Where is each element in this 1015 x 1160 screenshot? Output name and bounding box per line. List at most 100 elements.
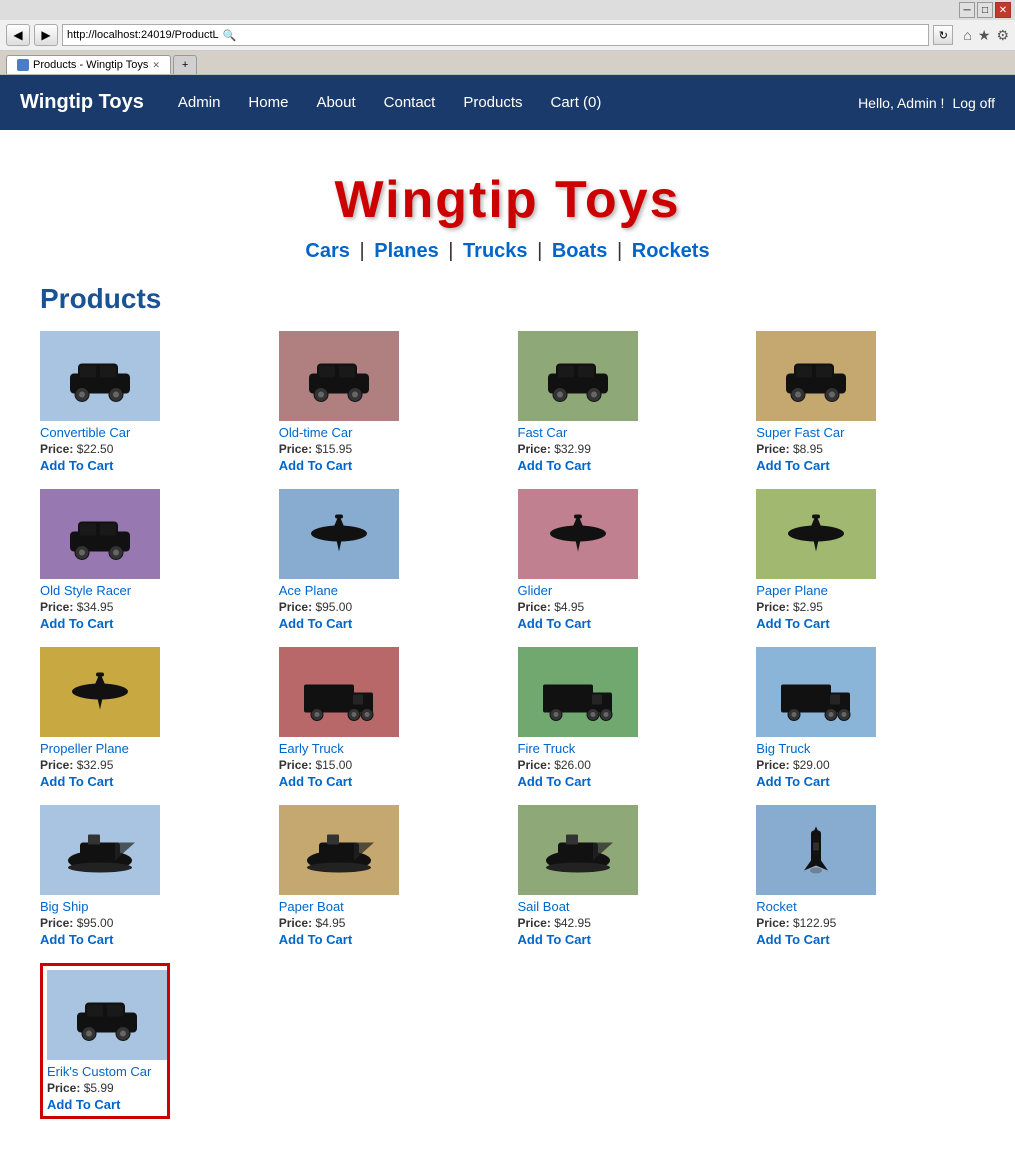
product-image (518, 489, 638, 579)
product-name[interactable]: Big Truck (756, 741, 886, 756)
category-planes[interactable]: Planes (374, 240, 438, 262)
product-price: Price: $29.00 (756, 758, 886, 772)
products-grid: Convertible CarPrice: $22.50Add To Cart … (40, 331, 975, 1119)
forward-button[interactable]: ▶ (34, 24, 58, 46)
add-to-cart-button[interactable]: Add To Cart (40, 932, 170, 947)
product-card: RocketPrice: $122.95Add To Cart (756, 805, 886, 947)
close-button[interactable]: ✕ (995, 2, 1011, 18)
add-to-cart-button[interactable]: Add To Cart (518, 774, 648, 789)
back-button[interactable]: ◀ (6, 24, 30, 46)
sep-4: | (617, 240, 622, 262)
nav-about[interactable]: About (302, 75, 369, 130)
product-name[interactable]: Big Ship (40, 899, 170, 914)
add-to-cart-button[interactable]: Add To Cart (518, 616, 648, 631)
sep-1: | (359, 240, 364, 262)
product-image (47, 970, 167, 1060)
product-image (40, 647, 160, 737)
add-to-cart-button[interactable]: Add To Cart (518, 932, 648, 947)
tab-close-button[interactable]: ✕ (152, 60, 160, 71)
product-name[interactable]: Convertible Car (40, 425, 170, 440)
nav-admin[interactable]: Admin (164, 75, 235, 130)
product-image (756, 647, 876, 737)
product-card: Big Ship Price: $95.00 Add To Cart (40, 805, 170, 947)
settings-icon[interactable]: ⚙ (996, 27, 1009, 44)
product-name[interactable]: Glider (518, 583, 648, 598)
add-to-cart-button[interactable]: Add To Cart (279, 458, 409, 473)
navbar-links: Admin Home About Contact Products Cart (… (164, 75, 858, 130)
product-name[interactable]: Paper Boat (279, 899, 409, 914)
product-price: Price: $5.99 (47, 1081, 163, 1095)
product-image (279, 489, 399, 579)
navbar: Wingtip Toys Admin Home About Contact Pr… (0, 75, 1015, 130)
product-card: Sail Boat Price: $42.95 Add To Cart (518, 805, 648, 947)
category-boats[interactable]: Boats (552, 240, 608, 262)
product-name[interactable]: Sail Boat (518, 899, 648, 914)
product-card: Ace PlanePrice: $95.00Add To Cart (279, 489, 409, 631)
new-tab-button[interactable]: + (173, 55, 197, 74)
product-card: Erik's Custom Car Price: $5.99 Add To Cart (40, 963, 170, 1119)
main-content: Wingtip Toys Cars | Planes | Trucks | Bo… (0, 130, 1015, 1139)
nav-cart[interactable]: Cart (0) (537, 75, 616, 130)
product-price: Price: $42.95 (518, 916, 648, 930)
product-name[interactable]: Fire Truck (518, 741, 648, 756)
product-card: GliderPrice: $4.95Add To Cart (518, 489, 648, 631)
product-name[interactable]: Early Truck (279, 741, 409, 756)
nav-home[interactable]: Home (234, 75, 302, 130)
category-rockets[interactable]: Rockets (632, 240, 710, 262)
product-price: Price: $34.95 (40, 600, 170, 614)
product-image (279, 805, 399, 895)
logoff-link[interactable]: Log off (952, 95, 995, 111)
navbar-right: Hello, Admin ! Log off (858, 95, 995, 111)
product-name[interactable]: Rocket (756, 899, 886, 914)
add-to-cart-button[interactable]: Add To Cart (518, 458, 648, 473)
product-price: Price: $32.95 (40, 758, 170, 772)
product-price: Price: $4.95 (279, 916, 409, 930)
product-name[interactable]: Fast Car (518, 425, 648, 440)
minimize-button[interactable]: ─ (959, 2, 975, 18)
add-to-cart-button[interactable]: Add To Cart (279, 932, 409, 947)
category-trucks[interactable]: Trucks (463, 240, 527, 262)
add-to-cart-button[interactable]: Add To Cart (40, 458, 170, 473)
browser-addressbar: ◀ ▶ http://localhost:24019/ProductL 🔍 ↻ … (0, 20, 1015, 51)
address-box[interactable]: http://localhost:24019/ProductL 🔍 (62, 24, 929, 46)
add-to-cart-button[interactable]: Add To Cart (756, 458, 886, 473)
add-to-cart-button[interactable]: Add To Cart (40, 616, 170, 631)
product-image (518, 805, 638, 895)
product-card: Early TruckPrice: $15.00Add To Cart (279, 647, 409, 789)
nav-products[interactable]: Products (449, 75, 536, 130)
add-to-cart-button[interactable]: Add To Cart (756, 932, 886, 947)
product-name[interactable]: Super Fast Car (756, 425, 886, 440)
product-name[interactable]: Old-time Car (279, 425, 409, 440)
product-card: Old Style Racer Price: $34.95 Add To Cart (40, 489, 170, 631)
active-tab[interactable]: Products - Wingtip Toys ✕ (6, 55, 171, 74)
nav-contact[interactable]: Contact (370, 75, 450, 130)
add-to-cart-button[interactable]: Add To Cart (40, 774, 170, 789)
add-to-cart-button[interactable]: Add To Cart (47, 1097, 163, 1112)
product-image (279, 331, 399, 421)
refresh-button[interactable]: ↻ (933, 25, 953, 45)
category-links: Cars | Planes | Trucks | Boats | Rockets (40, 240, 975, 263)
favorites-icon[interactable]: ★ (978, 27, 991, 44)
add-to-cart-button[interactable]: Add To Cart (756, 774, 886, 789)
product-card: Fast CarPrice: $32.99Add To Cart (518, 331, 648, 473)
add-to-cart-button[interactable]: Add To Cart (756, 616, 886, 631)
product-name[interactable]: Propeller Plane (40, 741, 170, 756)
home-icon[interactable]: ⌂ (963, 27, 971, 43)
product-image (279, 647, 399, 737)
category-cars[interactable]: Cars (305, 240, 349, 262)
site-title: Wingtip Toys (40, 170, 975, 230)
search-icon: 🔍 (223, 29, 237, 42)
maximize-button[interactable]: □ (977, 2, 993, 18)
add-to-cart-button[interactable]: Add To Cart (279, 616, 409, 631)
product-name[interactable]: Erik's Custom Car (47, 1064, 163, 1079)
product-name[interactable]: Paper Plane (756, 583, 886, 598)
add-to-cart-button[interactable]: Add To Cart (279, 774, 409, 789)
product-image (518, 331, 638, 421)
product-name[interactable]: Ace Plane (279, 583, 409, 598)
sep-2: | (448, 240, 453, 262)
product-name[interactable]: Old Style Racer (40, 583, 170, 598)
product-image (40, 489, 160, 579)
product-price: Price: $26.00 (518, 758, 648, 772)
product-price: Price: $95.00 (40, 916, 170, 930)
navbar-brand[interactable]: Wingtip Toys (20, 91, 144, 114)
